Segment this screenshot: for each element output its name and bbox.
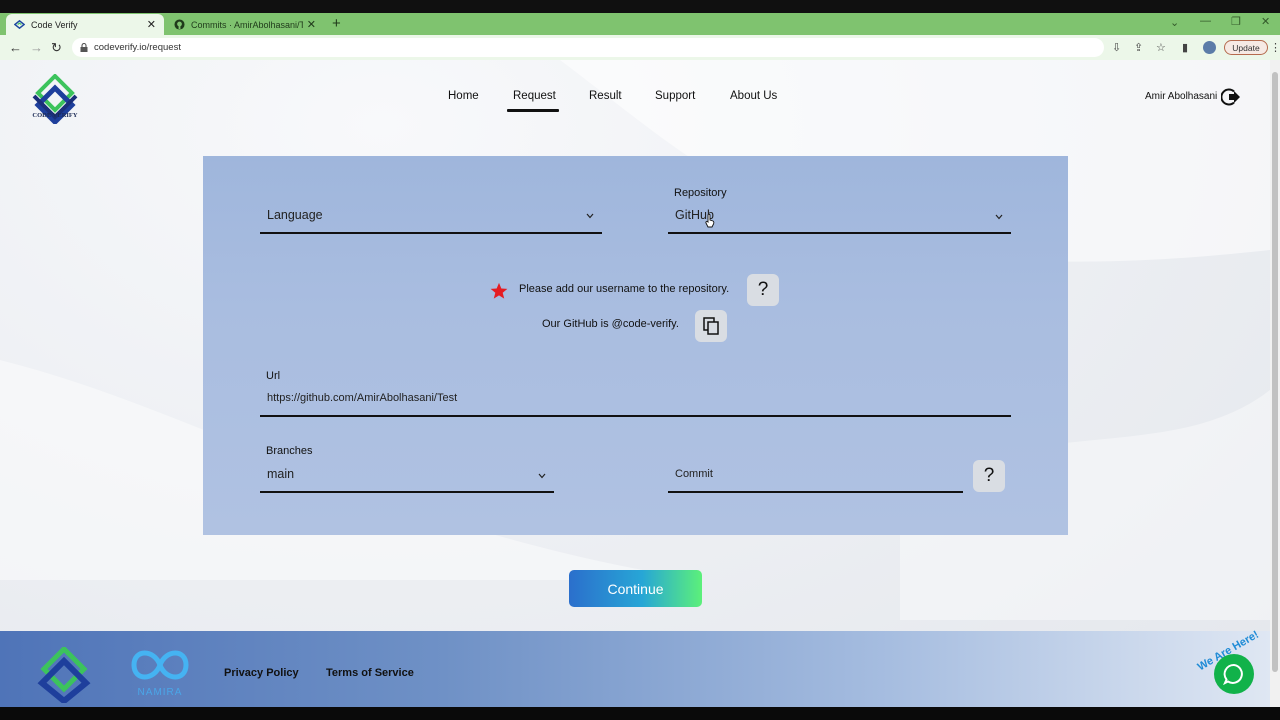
github-username-note: Our GitHub is @code-verify. xyxy=(542,318,679,330)
code-verify-favicon-icon xyxy=(14,19,25,30)
footer: NAMIRA Privacy Policy Terms of Service W… xyxy=(0,629,1270,707)
lock-icon xyxy=(80,43,88,52)
tab-code-verify[interactable]: Code Verify ✕ xyxy=(6,14,164,35)
code-verify-footer-logo-icon xyxy=(37,647,91,703)
chat-icon xyxy=(1223,664,1243,685)
screen-bottom-strip xyxy=(0,707,1280,720)
nav-about-us[interactable]: About Us xyxy=(730,90,777,102)
repository-select[interactable]: GitHub xyxy=(668,202,1011,234)
terms-of-service-link[interactable]: Terms of Service xyxy=(326,667,414,679)
branches-label: Branches xyxy=(266,445,313,457)
privacy-policy-link[interactable]: Privacy Policy xyxy=(224,667,299,679)
commit-input[interactable]: Commit xyxy=(668,461,963,493)
mouse-cursor-icon xyxy=(705,214,715,228)
question-icon: ? xyxy=(983,465,995,486)
url-field[interactable]: codeverify.io/request xyxy=(72,38,1104,57)
namira-logo-icon xyxy=(131,650,189,680)
url-input-value: https://github.com/AmirAbolhasani/Test xyxy=(267,392,458,404)
page-scrollbar[interactable] xyxy=(1270,60,1280,707)
language-select[interactable]: Language xyxy=(260,202,602,234)
browser-menu-icon[interactable]: ⋮ xyxy=(1270,41,1280,54)
repository-notice: Please add our username to the repositor… xyxy=(519,283,730,295)
url-input[interactable]: https://github.com/AmirAbolhasani/Test xyxy=(260,387,1011,417)
commit-help-button[interactable]: ? xyxy=(973,460,1005,492)
install-icon[interactable]: ⇩ xyxy=(1112,41,1121,54)
user-name[interactable]: Amir Abolhasani xyxy=(1145,91,1217,102)
chevron-down-icon xyxy=(538,473,546,479)
close-window-icon[interactable]: ✕ xyxy=(1261,15,1270,28)
copy-icon xyxy=(703,317,719,335)
copy-username-button[interactable] xyxy=(695,310,727,342)
share-icon[interactable]: ⇪ xyxy=(1134,41,1143,54)
tab-title: Code Verify xyxy=(31,19,78,30)
chat-button[interactable] xyxy=(1214,654,1254,694)
side-panel-icon[interactable]: ▮ xyxy=(1182,41,1188,54)
star-icon xyxy=(490,282,508,299)
chat-widget[interactable]: We Are Here! xyxy=(1188,629,1270,707)
browser-tab-bar: Code Verify ✕ Commits · AmirAbolhasani/T… xyxy=(0,13,1280,35)
namira-text: NAMIRA xyxy=(137,687,183,698)
commit-placeholder: Commit xyxy=(675,468,713,480)
minimize-icon[interactable]: — xyxy=(1200,15,1211,27)
forward-icon[interactable]: → xyxy=(30,40,43,55)
page: CODE VERIFY Home Request Result Support … xyxy=(0,60,1270,707)
question-icon: ? xyxy=(757,279,769,300)
main-nav: Home Request Result Support About Us xyxy=(0,88,1270,112)
chevron-down-icon xyxy=(586,213,594,219)
continue-button[interactable]: Continue xyxy=(569,570,702,607)
restore-icon[interactable]: ❐ xyxy=(1231,15,1241,28)
tab-github-commits[interactable]: Commits · AmirAbolhasani/Test ✕ xyxy=(166,14,324,35)
request-form-panel: Language Repository GitHub Please add ou… xyxy=(203,156,1068,535)
nav-result[interactable]: Result xyxy=(589,90,622,102)
close-tab-icon[interactable]: ✕ xyxy=(147,18,156,31)
tab-title: Commits · AmirAbolhasani/Test xyxy=(191,19,303,30)
language-select-value: Language xyxy=(267,208,323,222)
url-label: Url xyxy=(266,370,281,382)
close-tab-icon[interactable]: ✕ xyxy=(307,18,316,31)
browser-address-bar: ← → ↻ codeverify.io/request ⇩ ⇪ ☆ ▮ Upda… xyxy=(0,35,1280,60)
active-nav-indicator xyxy=(507,109,559,112)
branches-select[interactable]: main xyxy=(260,462,554,493)
profile-avatar[interactable] xyxy=(1203,41,1216,54)
update-button[interactable]: Update xyxy=(1224,40,1268,55)
nav-home[interactable]: Home xyxy=(448,90,479,102)
bookmark-star-icon[interactable]: ☆ xyxy=(1156,41,1166,54)
tab-search-icon[interactable]: ⌄ xyxy=(1170,16,1179,29)
url-text: codeverify.io/request xyxy=(94,42,181,53)
nav-request[interactable]: Request xyxy=(513,90,556,102)
nav-support[interactable]: Support xyxy=(655,90,695,102)
notice-help-button[interactable]: ? xyxy=(747,274,779,306)
chevron-down-icon xyxy=(995,214,1003,220)
github-favicon-icon xyxy=(174,19,185,30)
branches-select-value: main xyxy=(267,467,295,481)
reload-icon[interactable]: ↻ xyxy=(51,40,62,56)
scrollbar-thumb[interactable] xyxy=(1272,72,1278,672)
new-tab-icon[interactable]: + xyxy=(332,15,341,32)
logo-text: CODE VERIFY xyxy=(32,112,78,119)
back-icon[interactable]: ← xyxy=(9,40,22,55)
screen-top-strip xyxy=(0,0,1280,13)
repository-label: Repository xyxy=(674,187,727,199)
logout-icon[interactable] xyxy=(1221,87,1241,107)
